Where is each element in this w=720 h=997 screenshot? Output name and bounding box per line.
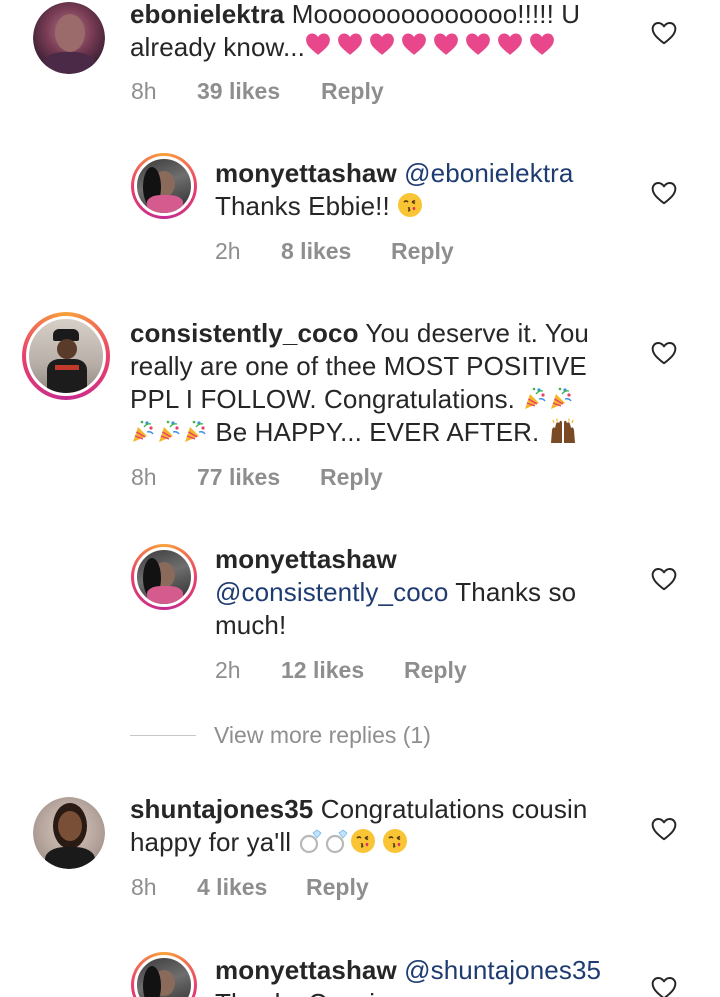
username[interactable]: monyettashaw (215, 158, 397, 188)
comment-body: Be HAPPY... EVER AFTER. (215, 417, 540, 447)
reply-button[interactable]: Reply (320, 464, 383, 491)
mention-link[interactable]: @consistently_coco (215, 577, 448, 607)
timestamp: 2h (215, 238, 241, 264)
comment-body: Thanks Ebbie!! (215, 191, 390, 221)
comment-meta: 2h 12 likes Reply (215, 657, 467, 684)
heart-outline-icon[interactable] (651, 817, 677, 841)
username[interactable]: shuntajones35 (130, 794, 313, 824)
heart-outline-icon[interactable] (651, 21, 677, 45)
comment-body: really are one of thee MOST POSITIVE (130, 351, 587, 381)
comment-text: monyettashaw @consistently_coco Thanks s… (215, 543, 635, 642)
username[interactable]: consistently_coco (130, 318, 359, 348)
comment-body: Thanks Cousin (215, 988, 390, 997)
pink-heart-emojis (305, 34, 555, 60)
pink-heart-icon (401, 31, 427, 57)
comment-body: Moooooooooooooo!!!!! U (291, 0, 581, 29)
heart-outline-icon[interactable] (651, 976, 677, 997)
view-more-replies-label[interactable]: View more replies (1) (214, 722, 431, 749)
pink-heart-icon (529, 31, 555, 57)
comment-text: shuntajones35 Congratulations cousin hap… (130, 793, 630, 859)
comment-text: monyettashaw @ebonielektra Thanks Ebbie!… (215, 157, 635, 223)
likes-count[interactable]: 4 likes (197, 874, 306, 901)
kissing-face-icon (397, 192, 423, 218)
comment-text: monyettashaw @shuntajones35 Thanks Cousi… (215, 954, 635, 997)
ring-icon (324, 828, 350, 854)
avatar[interactable] (22, 312, 110, 400)
party-popper-icon (522, 385, 548, 411)
timestamp: 8h (131, 464, 157, 490)
timestamp: 8h (131, 78, 157, 104)
comment-body: Congratulations cousin (320, 794, 588, 824)
comment-body: already know... (130, 32, 305, 62)
kissing-face-icon (350, 828, 376, 854)
ring-icon (298, 828, 324, 854)
comment-body: happy for ya'll (130, 827, 292, 857)
heart-outline-icon[interactable] (651, 341, 677, 365)
avatar[interactable] (33, 797, 105, 869)
username[interactable]: monyettashaw (215, 544, 397, 574)
reply-button[interactable]: Reply (404, 657, 467, 684)
kissing-face-icon (382, 828, 408, 854)
avatar[interactable] (131, 544, 197, 610)
avatar[interactable] (131, 952, 197, 997)
comment-body: Thanks so (455, 577, 577, 607)
avatar[interactable] (33, 2, 105, 74)
raising-hands-icon (547, 418, 579, 444)
username[interactable]: ebonielektra (130, 0, 284, 29)
reply-button[interactable]: Reply (391, 238, 454, 265)
username[interactable]: monyettashaw (215, 955, 397, 985)
likes-count[interactable]: 8 likes (281, 238, 391, 265)
likes-count[interactable]: 77 likes (197, 464, 320, 491)
pink-heart-icon (305, 31, 331, 57)
reply-button[interactable]: Reply (306, 874, 369, 901)
comment-meta: 8h 39 likes Reply (131, 78, 384, 105)
likes-count[interactable]: 39 likes (197, 78, 321, 105)
comment-meta: 8h 4 likes Reply (131, 874, 369, 901)
likes-count[interactable]: 12 likes (281, 657, 404, 684)
comment-meta: 2h 8 likes Reply (215, 238, 454, 265)
comment-body: much! (215, 610, 287, 640)
pink-heart-icon (497, 31, 523, 57)
party-popper-icon (548, 385, 574, 411)
pink-heart-icon (433, 31, 459, 57)
pink-heart-icon (369, 31, 395, 57)
pink-heart-icon (337, 31, 363, 57)
timestamp: 8h (131, 874, 157, 900)
heart-outline-icon[interactable] (651, 181, 677, 205)
comment-body: You deserve it. You (365, 318, 589, 348)
comment-meta: 8h 77 likes Reply (131, 464, 383, 491)
heart-outline-icon[interactable] (651, 567, 677, 591)
comment-text: consistently_coco You deserve it. You re… (130, 317, 630, 449)
mention-link[interactable]: @ebonielektra (404, 158, 573, 188)
party-popper-icon (182, 418, 208, 444)
mention-link[interactable]: @shuntajones35 (404, 955, 601, 985)
reply-button[interactable]: Reply (321, 78, 384, 105)
timestamp: 2h (215, 657, 241, 683)
party-popper-icon (156, 418, 182, 444)
avatar[interactable] (131, 153, 197, 219)
pink-heart-icon (465, 31, 491, 57)
comment-body: PPL I FOLLOW. Congratulations. (130, 384, 515, 414)
party-popper-icon (130, 418, 156, 444)
view-more-replies[interactable]: View more replies (1) (130, 722, 431, 749)
comment-text: ebonielektra Moooooooooooooo!!!!! U alre… (130, 0, 600, 64)
divider (130, 735, 196, 736)
